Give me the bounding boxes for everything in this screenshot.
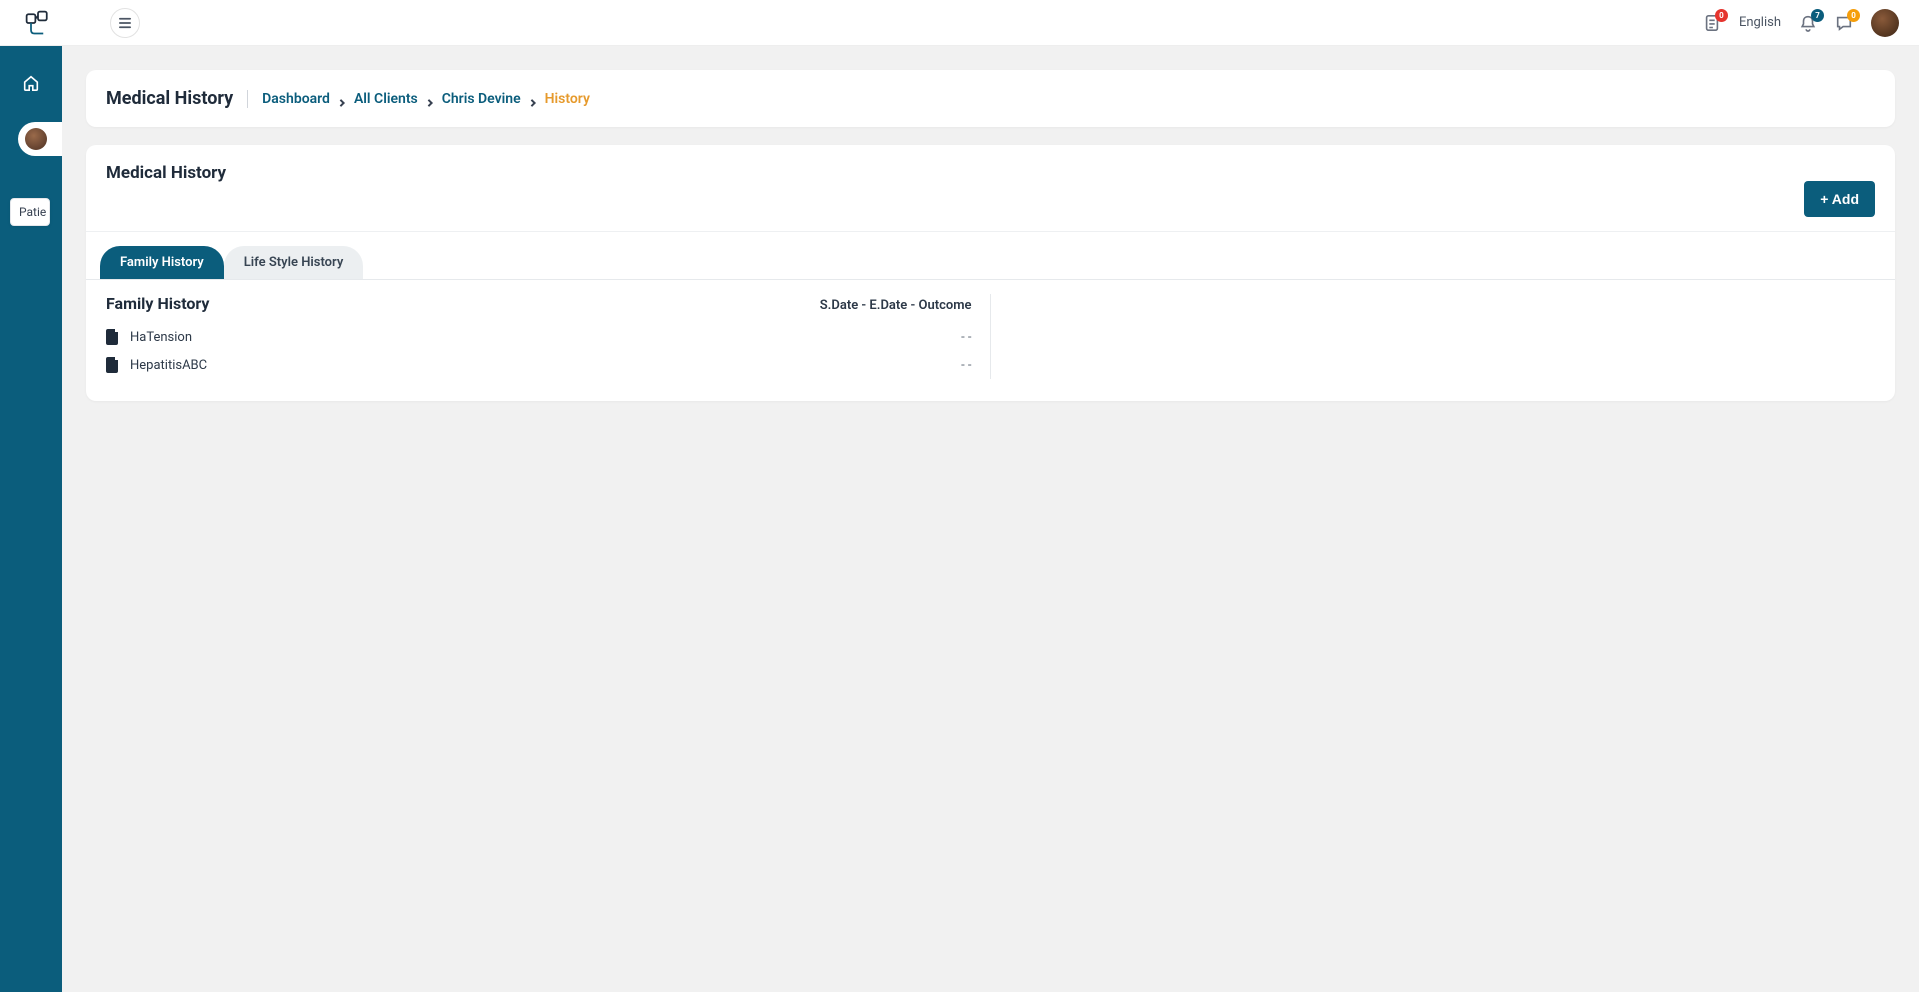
- user-avatar[interactable]: [1871, 9, 1899, 37]
- breadcrumbs: Dashboard All Clients Chris Devine Histo…: [262, 91, 590, 107]
- history-item-name: HepatitisABC: [130, 358, 207, 373]
- tabs-container: Family History Life Style History: [86, 232, 1895, 280]
- history-row: HepatitisABC - -: [106, 351, 972, 379]
- crumb-dashboard[interactable]: Dashboard: [262, 91, 330, 107]
- documents-button[interactable]: 0: [1703, 14, 1721, 32]
- sidebar-item-home[interactable]: [14, 66, 48, 100]
- language-selector[interactable]: English: [1739, 15, 1781, 30]
- main-content: Medical History Dashboard All Clients Ch…: [62, 46, 1919, 445]
- section-title: Medical History: [106, 163, 226, 183]
- history-item-value: - -: [961, 358, 971, 373]
- hamburger-icon: [118, 17, 132, 29]
- page-title: Medical History: [106, 88, 233, 109]
- breadcrumb-card: Medical History Dashboard All Clients Ch…: [86, 70, 1895, 127]
- menu-toggle-button[interactable]: [110, 8, 140, 38]
- chevron-right-icon: [426, 95, 434, 103]
- column-header: S.Date - E.Date - Outcome: [820, 298, 972, 313]
- messages-button[interactable]: 0: [1835, 14, 1853, 32]
- topbar-right: 0 English 7 0: [1703, 9, 1899, 37]
- history-item-name: HaTension: [130, 330, 192, 345]
- tab-lifestyle-history[interactable]: Life Style History: [224, 246, 364, 279]
- notifications-badge: 7: [1811, 9, 1824, 22]
- family-history-column: Family History S.Date - E.Date - Outcome…: [106, 294, 991, 379]
- medical-history-card: Medical History + Add Family History Lif…: [86, 145, 1895, 401]
- sidebar-tooltip: Patie: [10, 198, 50, 226]
- sidebar: Patie: [0, 46, 62, 992]
- home-icon: [22, 74, 40, 92]
- patient-avatar-icon: [25, 128, 47, 150]
- document-icon: [106, 329, 120, 345]
- notifications-button[interactable]: 7: [1799, 14, 1817, 32]
- document-icon: [106, 357, 120, 373]
- section-header: Medical History + Add: [86, 145, 1895, 232]
- app-logo: [24, 9, 52, 37]
- topbar: 0 English 7 0: [0, 0, 1919, 46]
- history-row: HaTension - -: [106, 323, 972, 351]
- crumb-client[interactable]: Chris Devine: [442, 91, 521, 107]
- family-history-title: Family History: [106, 294, 209, 313]
- documents-badge: 0: [1715, 9, 1728, 22]
- history-item-value: - -: [961, 330, 971, 345]
- chevron-right-icon: [338, 95, 346, 103]
- history-body: Family History S.Date - E.Date - Outcome…: [86, 280, 1895, 401]
- crumb-all-clients[interactable]: All Clients: [354, 91, 418, 107]
- empty-right-column: [991, 294, 1876, 379]
- chevron-right-icon: [529, 95, 537, 103]
- tab-family-history[interactable]: Family History: [100, 246, 224, 279]
- crumb-current: History: [545, 91, 590, 107]
- sidebar-item-patients[interactable]: [18, 122, 62, 156]
- add-button[interactable]: + Add: [1804, 181, 1875, 217]
- messages-badge: 0: [1847, 9, 1860, 22]
- divider: [247, 90, 248, 108]
